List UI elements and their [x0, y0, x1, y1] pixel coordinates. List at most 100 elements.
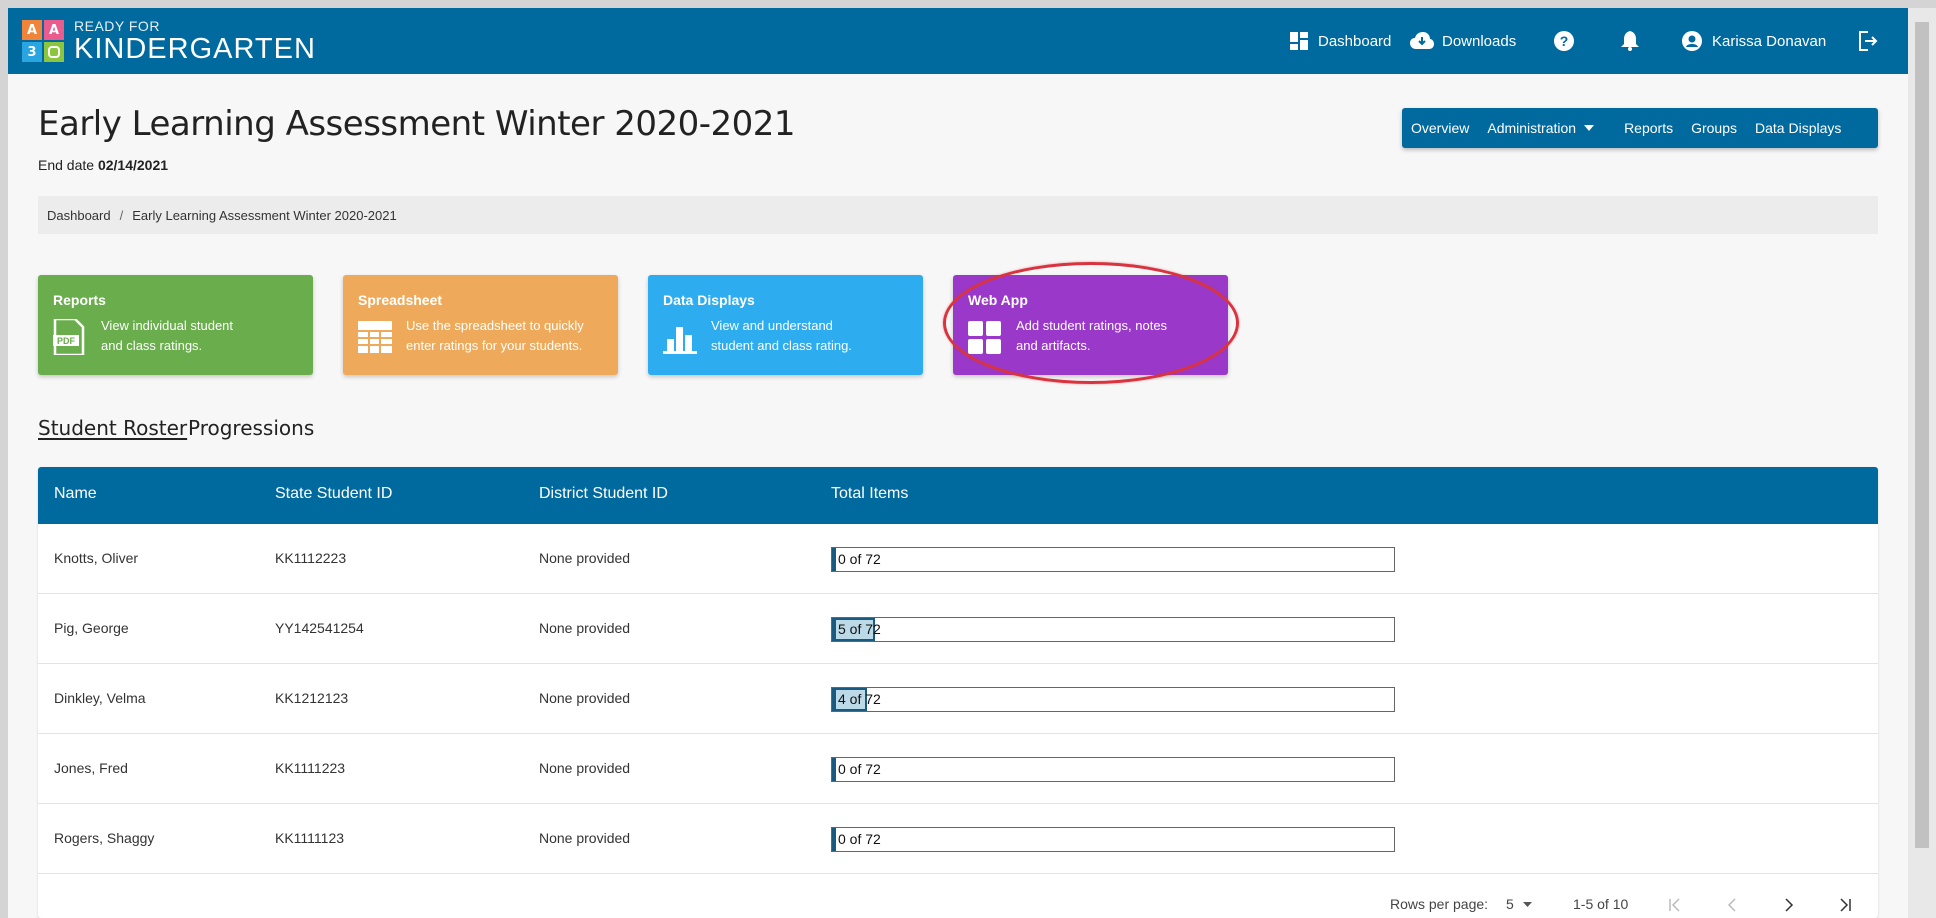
breadcrumb: Dashboard / Early Learning Assessment Wi… — [38, 196, 1878, 234]
bell-icon — [1621, 31, 1639, 51]
table-row[interactable]: Jones, Fred KK1111223 None provided 0 of… — [38, 734, 1878, 804]
state-student-id: YY142541254 — [275, 620, 364, 636]
card-desc-line: and class ratings. — [101, 338, 203, 353]
user-menu[interactable]: Karissa Donavan — [1682, 8, 1826, 74]
page-scrollbar[interactable] — [1908, 8, 1936, 918]
progress-bar: 0 of 72 — [831, 827, 1395, 852]
data-displays-card[interactable]: Data Displays View and understand studen… — [648, 275, 923, 375]
card-desc-line: Use the spreadsheet to quickly — [406, 318, 584, 333]
help-icon: ? — [1554, 31, 1574, 51]
student-name[interactable]: Jones, Fred — [54, 760, 128, 776]
svg-text:?: ? — [1560, 33, 1569, 49]
district-student-id: None provided — [539, 690, 631, 706]
card-desc-line: Add student ratings, notes — [1016, 318, 1168, 333]
downloads-label: Downloads — [1442, 32, 1517, 50]
end-date: End date 02/14/2021 — [38, 157, 168, 173]
logo-block: A — [44, 20, 64, 40]
downloads-link[interactable]: Downloads — [1410, 8, 1516, 74]
card-title: Spreadsheet — [358, 292, 443, 308]
progress-bar-fill — [832, 758, 836, 781]
tab-student-roster[interactable]: Student Roster — [38, 416, 187, 440]
card-desc-line: enter ratings for your students. — [406, 338, 583, 353]
caret-down-icon — [1522, 901, 1532, 907]
notifications-button[interactable] — [1621, 8, 1639, 74]
table-pagination: Rows per page: 5 1-5 of 10 — [38, 892, 1878, 918]
app-grid-icon — [968, 321, 1001, 354]
tab-progressions[interactable]: Progressions — [188, 416, 314, 440]
logo-block — [44, 42, 64, 62]
column-header-total-items[interactable]: Total Items — [831, 485, 908, 503]
app-window: A A 3 READY FOR KINDERGARTEN Dashboard D… — [8, 8, 1908, 918]
progress-bar: 0 of 72 — [831, 547, 1395, 572]
student-roster-table: Name State Student ID District Student I… — [38, 467, 1878, 918]
user-avatar-icon — [1682, 31, 1702, 51]
cloud-download-icon — [1410, 32, 1434, 49]
district-student-id: None provided — [539, 620, 631, 636]
dashboard-link[interactable]: Dashboard — [1290, 8, 1391, 74]
breadcrumb-dashboard[interactable]: Dashboard — [47, 208, 111, 223]
student-name[interactable]: Knotts, Oliver — [54, 550, 138, 566]
page-title: Early Learning Assessment Winter 2020-20… — [38, 104, 796, 144]
next-page-icon[interactable] — [1781, 898, 1795, 912]
card-desc-line: View individual student — [101, 318, 234, 333]
card-desc-line: View and understand — [711, 318, 833, 333]
progress-bar-fill — [832, 548, 836, 571]
progress-bar: 5 of 72 — [831, 617, 1395, 642]
scrollbar-thumb[interactable] — [1915, 22, 1929, 848]
nav-overview[interactable]: Overview — [1402, 120, 1478, 136]
progress-text: 5 of 72 — [838, 621, 881, 637]
student-name[interactable]: Pig, George — [54, 620, 129, 636]
student-name[interactable]: Rogers, Shaggy — [54, 830, 154, 846]
breadcrumb-current: Early Learning Assessment Winter 2020-20… — [132, 207, 397, 223]
progress-text: 0 of 72 — [838, 831, 881, 847]
rows-per-page-value: 5 — [1506, 896, 1514, 912]
logout-icon — [1859, 31, 1878, 51]
logo-block: 3 — [22, 42, 42, 62]
dashboard-icon — [1290, 32, 1308, 50]
table-row[interactable]: Rogers, Shaggy KK1111123 None provided 0… — [38, 804, 1878, 874]
logo-block: A — [22, 20, 42, 40]
state-student-id: KK1212123 — [275, 690, 349, 706]
nav-groups[interactable]: Groups — [1682, 120, 1746, 136]
bar-chart-icon — [663, 327, 697, 354]
card-desc-line: and artifacts. — [1016, 338, 1091, 353]
svg-text:PDF: PDF — [57, 336, 76, 346]
student-name[interactable]: Dinkley, Velma — [54, 690, 146, 706]
top-bar: A A 3 READY FOR KINDERGARTEN Dashboard D… — [8, 8, 1908, 74]
nav-administration[interactable]: Administration — [1478, 120, 1603, 136]
spreadsheet-card[interactable]: Spreadsheet Use the spreadsheet to quick… — [343, 275, 618, 375]
progress-bar: 4 of 72 — [831, 687, 1395, 712]
pagination-range: 1-5 of 10 — [1573, 896, 1629, 912]
table-row[interactable]: Knotts, Oliver KK1112223 None provided 0… — [38, 524, 1878, 594]
progress-text: 0 of 72 — [838, 761, 881, 777]
reports-card[interactable]: Reports PDF View individual student and … — [38, 275, 313, 375]
logout-button[interactable] — [1858, 8, 1878, 74]
table-row[interactable]: Pig, George YY142541254 None provided 5 … — [38, 594, 1878, 664]
column-header-state-id[interactable]: State Student ID — [275, 485, 392, 503]
first-page-icon[interactable] — [1668, 898, 1682, 912]
logo[interactable]: A A 3 READY FOR KINDERGARTEN — [22, 18, 316, 64]
progress-text: 4 of 72 — [838, 691, 881, 707]
card-title: Reports — [53, 292, 106, 308]
table-grid-icon — [358, 321, 392, 353]
web-app-card[interactable]: Web App Add student ratings, notes and a… — [953, 275, 1228, 375]
pdf-icon: PDF — [53, 319, 85, 355]
progress-bar-fill — [832, 828, 836, 851]
nav-reports[interactable]: Reports — [1615, 120, 1682, 136]
state-student-id: KK1111223 — [275, 760, 346, 776]
column-header-district-id[interactable]: District Student ID — [539, 485, 668, 503]
table-row[interactable]: Dinkley, Velma KK1212123 None provided 4… — [38, 664, 1878, 734]
end-date-label: End date — [38, 157, 95, 173]
nav-administration-label: Administration — [1487, 120, 1577, 136]
logo-title: KINDERGARTEN — [74, 33, 316, 65]
previous-page-icon[interactable] — [1726, 898, 1740, 912]
last-page-icon[interactable] — [1838, 898, 1852, 912]
column-header-name[interactable]: Name — [54, 485, 97, 503]
progress-text: 0 of 72 — [838, 551, 881, 567]
help-button[interactable]: ? — [1554, 8, 1574, 74]
district-student-id: None provided — [539, 830, 631, 846]
rows-per-page-select[interactable]: 5 — [1506, 896, 1532, 912]
nav-data-displays[interactable]: Data Displays — [1746, 120, 1850, 136]
card-title: Data Displays — [663, 292, 755, 308]
breadcrumb-separator: / — [119, 207, 124, 223]
